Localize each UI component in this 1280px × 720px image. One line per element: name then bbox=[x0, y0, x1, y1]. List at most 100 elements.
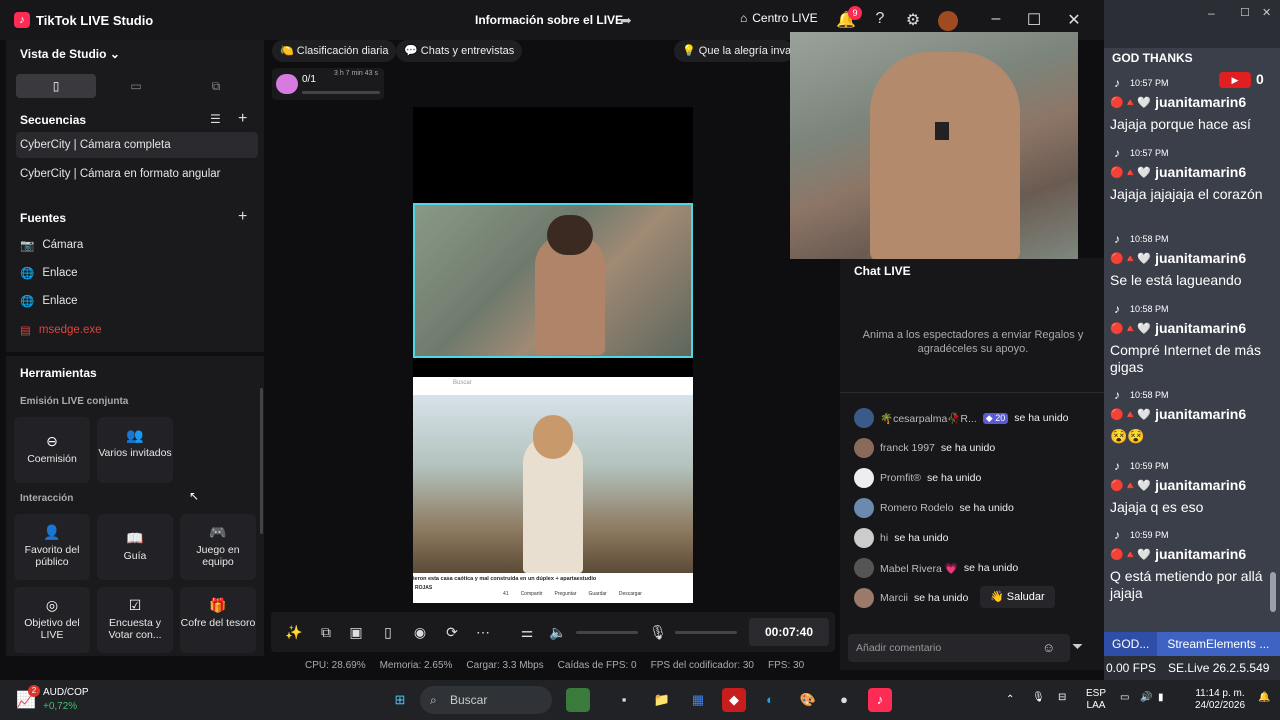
minimize-icon[interactable]: – bbox=[1208, 6, 1215, 20]
entry-user: juanitamarin6 bbox=[1155, 477, 1247, 493]
landscape-layout-icon[interactable]: ▭ bbox=[96, 74, 176, 98]
emoji-icon[interactable]: ☺ bbox=[1042, 640, 1055, 655]
entry-message: Se le está lagueando bbox=[1110, 272, 1242, 288]
source-link[interactable]: 🌐 Enlace bbox=[20, 294, 78, 308]
source-camera[interactable]: 📷 Cámara bbox=[20, 238, 83, 252]
studio-view-dropdown[interactable]: Vista de Studio ⌄ bbox=[20, 47, 120, 61]
overlay-tab[interactable]: GOD... bbox=[1104, 632, 1158, 656]
mic-slider[interactable] bbox=[675, 631, 737, 634]
user-name[interactable]: Promfit® bbox=[880, 472, 921, 484]
overlay-tab[interactable]: StreamElements ... bbox=[1157, 632, 1275, 656]
goal-widget[interactable]: 0/1 3 h 7 min 43 s bbox=[272, 68, 384, 100]
layout-icon[interactable]: ▣ bbox=[347, 624, 365, 641]
entry-time-row: ♪ 10:59 PM bbox=[1110, 528, 1169, 542]
add-sequence-icon[interactable]: + bbox=[238, 110, 247, 128]
battery-icon[interactable]: ▮ bbox=[1158, 692, 1164, 704]
magic-wand-icon[interactable]: ✨ bbox=[285, 624, 303, 641]
phone-icon[interactable]: ▯ bbox=[379, 624, 397, 641]
paint-icon[interactable]: 🎨 bbox=[796, 688, 820, 712]
audience-favorite-button[interactable]: 👤 Favorito del público bbox=[14, 514, 90, 580]
multi-guest-button[interactable]: 👥 Varios invitados bbox=[97, 417, 173, 483]
team-game-button[interactable]: 🎮 Juego en equipo bbox=[180, 514, 256, 580]
portrait-layout-icon[interactable]: ▯ bbox=[16, 74, 96, 98]
entry-user-row: 🔴🔺🤍 juanitamarin6 bbox=[1110, 477, 1246, 493]
source-window[interactable]: ▤ msedge.exe bbox=[20, 323, 102, 337]
user-name[interactable]: hi bbox=[880, 532, 888, 544]
filter-icon[interactable]: ⏷ bbox=[1072, 638, 1083, 655]
time: 11:14 p. m. bbox=[1195, 688, 1245, 699]
mixer-icon[interactable]: ⚌ bbox=[518, 624, 536, 641]
poll-button[interactable]: ☑ Encuesta y Votar con... bbox=[97, 587, 173, 653]
microphone-icon[interactable]: 🎙 bbox=[649, 624, 667, 641]
user-name[interactable]: Marcii bbox=[880, 592, 908, 604]
source-label: msedge.exe bbox=[38, 324, 102, 336]
obs-icon[interactable]: ● bbox=[832, 688, 856, 712]
greet-button[interactable]: 👋 Saludar bbox=[980, 586, 1055, 608]
user-avatar[interactable] bbox=[938, 11, 958, 31]
more-icon[interactable]: ⋯ bbox=[474, 624, 492, 641]
sequence-item[interactable]: CyberCity | Cámara completa bbox=[20, 139, 171, 151]
edge-icon[interactable]: ◐ bbox=[758, 688, 782, 712]
user-name[interactable]: Mabel Rivera 💗 bbox=[880, 562, 958, 575]
volume-slider[interactable] bbox=[576, 631, 638, 634]
stream-canvas[interactable]: Buscar ieron esta casa caótica y mal con… bbox=[413, 107, 693, 603]
minimize-icon[interactable]: – bbox=[986, 10, 1006, 28]
maximize-icon[interactable]: ☐ bbox=[1024, 10, 1044, 30]
replay-icon[interactable]: ⟳ bbox=[443, 624, 461, 641]
live-goal-button[interactable]: ◎ Objetivo del LIVE bbox=[14, 587, 90, 653]
task-view-icon[interactable]: ▪ bbox=[612, 688, 636, 712]
store-icon[interactable]: ▦ bbox=[686, 688, 710, 712]
avatar bbox=[854, 588, 874, 608]
settings-gear-icon[interactable]: ⚙ bbox=[903, 10, 923, 30]
tools-scrollbar[interactable] bbox=[260, 388, 263, 534]
live-timer: 00:07:40 bbox=[749, 618, 829, 646]
help-icon[interactable]: ? bbox=[870, 10, 890, 28]
user-name[interactable]: Romero Rodelo bbox=[880, 502, 954, 514]
live-center-button[interactable]: ⌂ Centro LIVE bbox=[740, 11, 818, 25]
file-explorer-icon[interactable]: 📁 bbox=[650, 688, 674, 712]
effects-icon[interactable]: ⧉ bbox=[317, 624, 335, 641]
share-icon[interactable]: ➦ bbox=[620, 12, 632, 29]
network-icon[interactable]: ⊟ bbox=[1058, 692, 1066, 704]
taskbar-search[interactable]: ⌕ Buscar bbox=[420, 686, 552, 714]
sequences-title: Secuencias bbox=[20, 113, 87, 127]
widget-icon[interactable] bbox=[566, 688, 590, 712]
clock[interactable]: 11:14 p. m. 24/02/2026 bbox=[1188, 688, 1252, 712]
daily-ranking-chip[interactable]: 🍋 Clasificación diaria bbox=[272, 40, 397, 62]
chevron-up-icon[interactable]: ⌃ bbox=[1006, 694, 1014, 706]
tools-title: Herramientas bbox=[20, 366, 97, 380]
sequence-item[interactable]: CyberCity | Cámara en formato angular bbox=[20, 168, 221, 180]
dual-layout-icon[interactable]: ⧉ bbox=[176, 74, 256, 98]
list-icon[interactable]: ☰ bbox=[210, 112, 221, 126]
close-icon[interactable]: ✕ bbox=[1262, 6, 1271, 19]
chest-icon: 🎁 bbox=[209, 597, 227, 613]
user-name[interactable]: franck 1997 bbox=[880, 442, 935, 454]
monitor-icon[interactable]: ▭ bbox=[1120, 692, 1129, 704]
tiktok-studio-icon[interactable]: ♪ bbox=[868, 688, 892, 712]
windows-start-icon[interactable]: ⊞ bbox=[388, 688, 412, 712]
close-icon[interactable]: ✕ bbox=[1064, 10, 1084, 30]
source-link[interactable]: 🌐 Enlace bbox=[20, 266, 78, 280]
cohost-button[interactable]: ⊖ Coemisión bbox=[14, 417, 90, 483]
microphone-icon[interactable]: 🎙 bbox=[1032, 692, 1045, 704]
tool-label: Juego en equipo bbox=[196, 544, 240, 568]
speaker-icon[interactable]: 🔈 bbox=[549, 624, 567, 641]
user-name[interactable]: 🌴cesarpalma🥀R... bbox=[880, 412, 977, 425]
guide-button[interactable]: 📖 Guía bbox=[97, 514, 173, 580]
treasure-chest-button[interactable]: 🎁 Cofre del tesoro bbox=[180, 587, 256, 653]
maximize-icon[interactable]: ☐ bbox=[1240, 6, 1250, 19]
live-info-title[interactable]: Información sobre el LIVE bbox=[475, 13, 623, 27]
entry-user: juanitamarin6 bbox=[1155, 546, 1247, 562]
notifications-icon[interactable]: 🔔 bbox=[1258, 692, 1270, 704]
volume-icon[interactable]: 🔊 bbox=[1140, 692, 1152, 704]
chats-interviews-chip[interactable]: 💬 Chats y entrevistas bbox=[396, 40, 523, 62]
record-icon[interactable]: ◉ bbox=[411, 624, 429, 641]
language-indicator[interactable]: ESP LAA bbox=[1086, 688, 1106, 712]
comment-input[interactable]: Añadir comentario bbox=[848, 634, 1070, 662]
overlay-scrollbar[interactable] bbox=[1270, 572, 1276, 612]
app-icon[interactable]: ◆ bbox=[722, 688, 746, 712]
add-source-icon[interactable]: + bbox=[238, 208, 247, 226]
guide-icon: 📖 bbox=[126, 530, 144, 546]
badge-icons: 🔴🔺🤍 bbox=[1110, 408, 1152, 421]
joy-chip[interactable]: 💡 Que la alegría invad bbox=[674, 40, 794, 62]
